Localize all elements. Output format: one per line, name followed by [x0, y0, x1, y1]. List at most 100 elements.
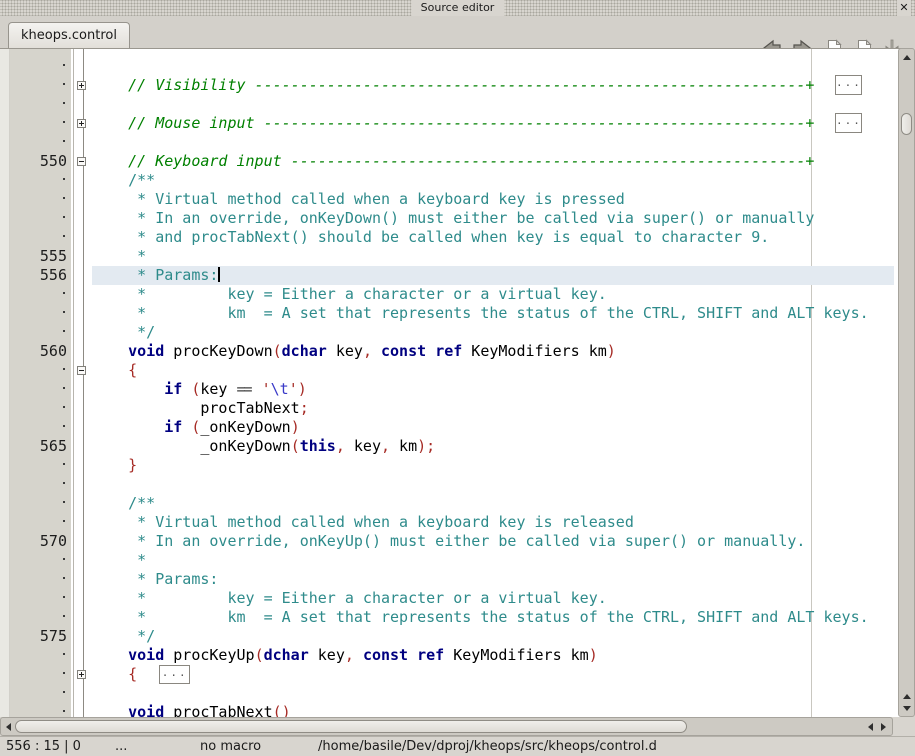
code-line[interactable]: * km = A set that represents the status …	[0, 304, 894, 323]
fold-collapse-icon[interactable]	[77, 157, 86, 166]
code-text: if (_onKeyDown)	[92, 418, 894, 437]
line-dot	[63, 178, 65, 180]
token-p	[92, 665, 128, 683]
code-text: * key = Either a character or a virtual …	[92, 589, 894, 608]
fold-expand-icon[interactable]	[77, 119, 86, 128]
token-e: \t	[271, 380, 289, 398]
scroll-up-button-bottom[interactable]	[899, 690, 914, 702]
token-p	[408, 646, 417, 664]
gutter-cell: 565	[0, 437, 72, 456]
token-s: )	[589, 646, 598, 664]
code-line[interactable]: * km = A set that represents the status …	[0, 608, 894, 627]
fold-cell	[72, 190, 92, 209]
code-line[interactable]: }	[0, 456, 894, 475]
panel-title-bar[interactable]: Source editor ✕	[0, 0, 915, 16]
code-text: * and procTabNext() should be called whe…	[92, 228, 894, 247]
scroll-right-button[interactable]	[878, 718, 889, 735]
fold-cell	[72, 95, 92, 114]
vertical-scrollbar[interactable]	[898, 48, 915, 717]
fold-collapse-icon[interactable]	[77, 366, 86, 375]
code-line[interactable]: */	[0, 323, 894, 342]
code-line[interactable]: * key = Either a character or a virtual …	[0, 285, 894, 304]
token-k: dchar	[264, 646, 309, 664]
code-line[interactable]: * Params:	[0, 570, 894, 589]
code-text: * km = A set that represents the status …	[92, 608, 894, 627]
code-text: _onKeyDown(this, key, km);	[92, 437, 894, 456]
code-line[interactable]: * In an override, onKeyDown() must eithe…	[0, 209, 894, 228]
gutter-cell	[0, 190, 72, 209]
code-line[interactable]: * key = Either a character or a virtual …	[0, 589, 894, 608]
gutter-cell	[0, 513, 72, 532]
code-text: void procKeyDown(dchar key, const ref Ke…	[92, 342, 894, 361]
code-line[interactable]: * Virtual method called when a keyboard …	[0, 190, 894, 209]
scroll-down-button[interactable]	[899, 702, 914, 714]
code-line[interactable]: void procTabNext()	[0, 703, 894, 717]
vertical-scrollbar-thumb[interactable]	[901, 113, 912, 135]
code-line[interactable]: // Mouse input -------------------------…	[0, 114, 894, 133]
line-dot	[63, 235, 65, 237]
scroll-left-button-right[interactable]	[865, 718, 876, 735]
code-line[interactable]: void procKeyUp(dchar key, const ref KeyM…	[0, 646, 894, 665]
fold-cell	[72, 209, 92, 228]
scroll-left-button[interactable]	[3, 718, 14, 735]
code-line[interactable]: 555 *	[0, 247, 894, 266]
gutter-cell	[0, 589, 72, 608]
code-text: /**	[92, 494, 894, 513]
current-code-line[interactable]: 556 * Params:	[0, 266, 894, 285]
fold-cell	[72, 494, 92, 513]
line-number: 550	[40, 152, 67, 170]
code-line[interactable]	[0, 95, 894, 114]
code-line[interactable]: *	[0, 551, 894, 570]
fold-cell	[72, 399, 92, 418]
code-text	[92, 684, 894, 703]
code-line[interactable]: 565 _onKeyDown(this, key, km);	[0, 437, 894, 456]
code-line[interactable]: 575 */	[0, 627, 894, 646]
code-line[interactable]: if (key == '\t')	[0, 380, 894, 399]
code-text: * km = A set that represents the status …	[92, 304, 894, 323]
fold-expand-icon[interactable]	[77, 81, 86, 90]
code-line[interactable]: 560 void procKeyDown(dchar key, const re…	[0, 342, 894, 361]
collapsed-fold-ellipsis[interactable]: ...	[159, 665, 190, 684]
token-k: this	[300, 437, 336, 455]
status-hint: ...	[115, 737, 127, 756]
panel-title: Source editor	[411, 0, 505, 16]
code-line[interactable]: procTabNext;	[0, 399, 894, 418]
token-p	[426, 342, 435, 360]
fold-expand-icon[interactable]	[77, 670, 86, 679]
fold-cell	[72, 665, 92, 684]
code-text: * key = Either a character or a virtual …	[92, 285, 894, 304]
horizontal-scrollbar[interactable]	[0, 717, 893, 736]
code-line[interactable]: // Visibility --------------------------…	[0, 76, 894, 95]
code-line[interactable]	[0, 57, 894, 76]
code-line[interactable]: if (_onKeyDown)	[0, 418, 894, 437]
token-p	[182, 380, 191, 398]
token-p	[253, 380, 262, 398]
token-p	[92, 380, 164, 398]
code-line[interactable]: 570 * In an override, onKeyUp() must eit…	[0, 532, 894, 551]
gutter-cell: 555	[0, 247, 72, 266]
code-text: /**	[92, 171, 894, 190]
gutter-cell	[0, 665, 72, 684]
scroll-up-button[interactable]	[899, 51, 914, 63]
code-line[interactable]: * Virtual method called when a keyboard …	[0, 513, 894, 532]
code-line[interactable]: 550 // Keyboard input ------------------…	[0, 152, 894, 171]
close-icon[interactable]: ✕	[897, 0, 911, 16]
code-line[interactable]	[0, 133, 894, 152]
code-line[interactable]: /**	[0, 494, 894, 513]
token-p: _onKeyDown	[92, 437, 291, 455]
tab-kheops-control[interactable]: kheops.control	[8, 22, 130, 48]
code-line[interactable]: {...	[0, 665, 894, 684]
fold-cell	[72, 114, 92, 133]
code-text: void procTabNext()	[92, 703, 894, 717]
horizontal-scrollbar-thumb[interactable]	[15, 720, 687, 733]
code-line[interactable]	[0, 475, 894, 494]
code-line[interactable]: /**	[0, 171, 894, 190]
fold-cell	[72, 133, 92, 152]
line-number: 560	[40, 342, 67, 360]
code-editor[interactable]: // Visibility --------------------------…	[0, 48, 911, 717]
code-line[interactable]: {	[0, 361, 894, 380]
code-line[interactable]: * and procTabNext() should be called whe…	[0, 228, 894, 247]
code-line[interactable]	[0, 684, 894, 703]
token-p: key	[345, 437, 381, 455]
gutter-cell: 560	[0, 342, 72, 361]
